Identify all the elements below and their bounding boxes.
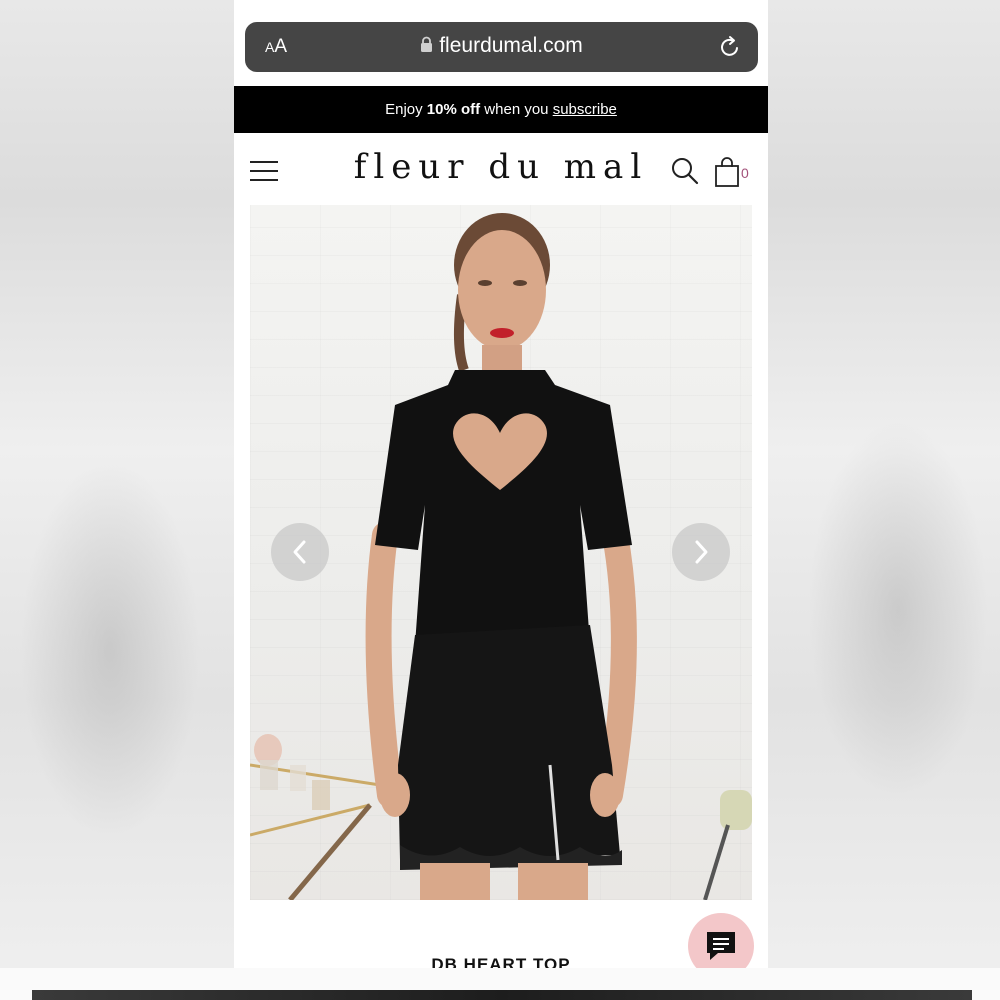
phone-screen: AA fleurdumal.com Enjoy 10% off when you… [234, 0, 768, 968]
lock-icon [420, 35, 433, 59]
url-text: fleurdumal.com [439, 34, 583, 57]
url-display[interactable]: fleurdumal.com [245, 34, 758, 59]
chat-icon [707, 932, 735, 960]
subscribe-link[interactable]: subscribe [553, 101, 617, 118]
bag-icon[interactable] [714, 157, 740, 192]
chevron-right-icon [695, 540, 708, 564]
cart-count: 0 [741, 165, 749, 181]
promo-banner: Enjoy 10% off when you subscribe [234, 86, 768, 133]
right-background [768, 0, 1000, 1000]
search-icon[interactable] [671, 157, 699, 190]
site-header: fleur du mal 0 [234, 133, 768, 205]
next-image-button[interactable] [672, 523, 730, 581]
left-background [0, 0, 234, 1000]
reload-icon[interactable] [718, 34, 742, 65]
chevron-left-icon [293, 540, 306, 564]
prev-image-button[interactable] [271, 523, 329, 581]
bottom-strip [0, 968, 1000, 1000]
product-title: DB HEART TOP [431, 955, 571, 968]
browser-address-bar[interactable]: AA fleurdumal.com [245, 22, 758, 72]
product-image[interactable] [250, 205, 752, 900]
